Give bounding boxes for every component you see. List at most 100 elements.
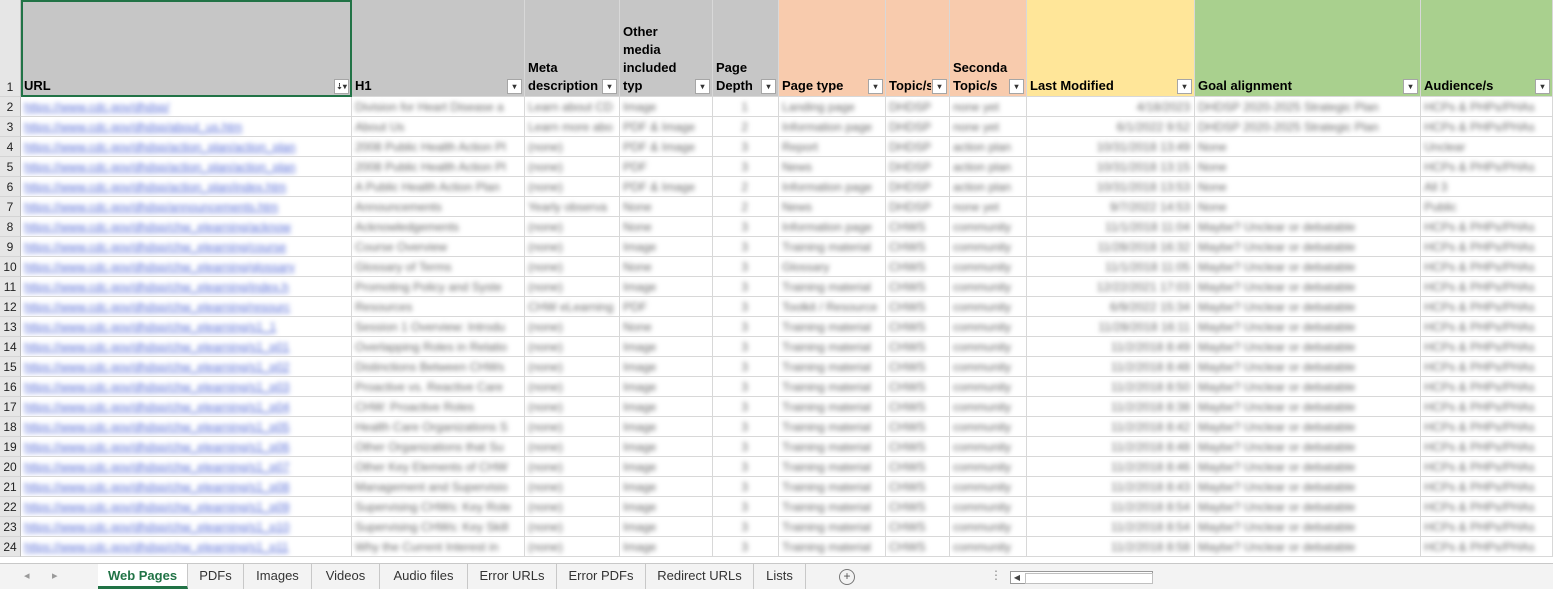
table-cell[interactable]: None <box>620 317 713 337</box>
url-link[interactable]: https://www.cdc.gov/dhdsp/announcements.… <box>24 200 278 214</box>
url-link[interactable]: https://www.cdc.gov/dhdsp/chw_elearning/… <box>24 420 290 434</box>
table-cell[interactable]: HCPs & PHPs/PHAs <box>1421 297 1553 317</box>
table-cell[interactable]: All 3 <box>1421 177 1553 197</box>
table-cell[interactable]: Division for Heart Disease a <box>352 97 525 117</box>
url-link[interactable]: https://www.cdc.gov/dhdsp/ <box>24 100 169 114</box>
row-number[interactable]: 24 <box>0 537 21 557</box>
table-cell[interactable]: 9/7/2022 14:53 <box>1027 197 1195 217</box>
table-cell[interactable]: Maybe? Unclear or debatable <box>1195 517 1421 537</box>
table-cell[interactable]: 3 <box>713 417 779 437</box>
table-cell[interactable]: https://www.cdc.gov/dhdsp/chw_elearning/… <box>21 417 352 437</box>
horizontal-scrollbar[interactable]: ◀ <box>1010 571 1153 584</box>
table-cell[interactable]: 11/1/2018 11:04 <box>1027 217 1195 237</box>
column-header-10[interactable]: Goal alignment ▾ <box>1195 0 1421 97</box>
table-cell[interactable]: None <box>1195 197 1421 217</box>
filter-dropdown-icon[interactable]: ▾ <box>1177 79 1192 94</box>
table-cell[interactable]: 3 <box>713 297 779 317</box>
table-cell[interactable]: community <box>950 497 1027 517</box>
table-cell[interactable]: Maybe? Unclear or debatable <box>1195 477 1421 497</box>
table-cell[interactable]: https://www.cdc.gov/dhdsp/chw_elearning/… <box>21 317 352 337</box>
table-cell[interactable]: (none) <box>525 377 620 397</box>
table-cell[interactable]: https://www.cdc.gov/dhdsp/chw_elearning/… <box>21 477 352 497</box>
table-cell[interactable]: Maybe? Unclear or debatable <box>1195 337 1421 357</box>
table-cell[interactable]: 3 <box>713 477 779 497</box>
table-cell[interactable]: 3 <box>713 377 779 397</box>
table-cell[interactable]: 11/1/2018 11:05 <box>1027 257 1195 277</box>
table-cell[interactable]: Report <box>779 137 886 157</box>
table-cell[interactable]: Overlapping Roles in Relatio <box>352 337 525 357</box>
table-cell[interactable]: (none) <box>525 437 620 457</box>
table-cell[interactable]: CHW eLearning <box>525 297 620 317</box>
table-cell[interactable]: 3 <box>713 457 779 477</box>
table-cell[interactable]: 1 <box>713 97 779 117</box>
table-cell[interactable]: None <box>620 257 713 277</box>
table-cell[interactable]: (none) <box>525 317 620 337</box>
filter-dropdown-icon[interactable]: ▾ <box>695 79 710 94</box>
table-cell[interactable]: (none) <box>525 237 620 257</box>
table-cell[interactable]: PDF <box>620 297 713 317</box>
column-header-6[interactable]: Page type ▾ <box>779 0 886 97</box>
table-cell[interactable]: community <box>950 337 1027 357</box>
table-cell[interactable]: None <box>1195 177 1421 197</box>
table-cell[interactable]: 3 <box>713 157 779 177</box>
table-cell[interactable]: 2 <box>713 117 779 137</box>
url-link[interactable]: https://www.cdc.gov/dhdsp/action_plan/ac… <box>24 140 296 154</box>
filter-dropdown-icon[interactable]: ▾ <box>1009 79 1024 94</box>
table-cell[interactable]: Maybe? Unclear or debatable <box>1195 277 1421 297</box>
table-cell[interactable]: https://www.cdc.gov/dhdsp/announcements.… <box>21 197 352 217</box>
table-cell[interactable]: https://www.cdc.gov/dhdsp/action_plan/ac… <box>21 157 352 177</box>
table-cell[interactable]: PDF & Image <box>620 177 713 197</box>
table-cell[interactable]: community <box>950 257 1027 277</box>
sheet-tab-web-pages[interactable]: Web Pages <box>98 564 188 589</box>
table-cell[interactable]: Maybe? Unclear or debatable <box>1195 297 1421 317</box>
column-header-11[interactable]: Audience/s ▾ <box>1421 0 1553 97</box>
table-cell[interactable]: Supervising CHWs: Key Role <box>352 497 525 517</box>
table-cell[interactable]: HCPs & PHPs/PHAs <box>1421 357 1553 377</box>
table-cell[interactable]: https://www.cdc.gov/dhdsp/chw_elearning/… <box>21 537 352 557</box>
table-cell[interactable]: Training material <box>779 397 886 417</box>
table-cell[interactable]: 11/2/2018 8:50 <box>1027 377 1195 397</box>
table-cell[interactable]: A Public Health Action Plan <box>352 177 525 197</box>
row-number[interactable]: 8 <box>0 217 21 237</box>
table-cell[interactable]: 11/2/2018 8:49 <box>1027 337 1195 357</box>
table-cell[interactable]: HCPs & PHPs/PHAs <box>1421 437 1553 457</box>
table-cell[interactable]: News <box>779 197 886 217</box>
table-cell[interactable]: (none) <box>525 497 620 517</box>
table-cell[interactable]: community <box>950 277 1027 297</box>
table-cell[interactable]: (none) <box>525 177 620 197</box>
sheet-tab-audio-files[interactable]: Audio files <box>380 564 468 589</box>
table-cell[interactable]: https://www.cdc.gov/dhdsp/chw_elearning/… <box>21 397 352 417</box>
table-cell[interactable]: Yearly observa <box>525 197 620 217</box>
table-cell[interactable]: Training material <box>779 477 886 497</box>
table-cell[interactable]: 3 <box>713 517 779 537</box>
row-number[interactable]: 11 <box>0 277 21 297</box>
table-cell[interactable]: Public <box>1421 197 1553 217</box>
table-cell[interactable]: (none) <box>525 277 620 297</box>
scrollbar-thumb[interactable] <box>1025 573 1153 584</box>
table-cell[interactable]: Distinctions Between CHWs <box>352 357 525 377</box>
table-cell[interactable]: community <box>950 317 1027 337</box>
table-cell[interactable]: community <box>950 377 1027 397</box>
table-cell[interactable]: CHWS <box>886 277 950 297</box>
url-link[interactable]: https://www.cdc.gov/dhdsp/action_plan/ac… <box>24 160 296 174</box>
table-cell[interactable]: HCPs & PHPs/PHAs <box>1421 217 1553 237</box>
table-cell[interactable]: Image <box>620 417 713 437</box>
table-cell[interactable]: HCPs & PHPs/PHAs <box>1421 477 1553 497</box>
table-cell[interactable]: Image <box>620 437 713 457</box>
table-cell[interactable]: Learn about CD <box>525 97 620 117</box>
table-cell[interactable]: CHWS <box>886 377 950 397</box>
table-cell[interactable]: DHDSP 2020-2025 Strategic Plan <box>1195 117 1421 137</box>
sheet-tab-images[interactable]: Images <box>244 564 312 589</box>
table-cell[interactable]: community <box>950 217 1027 237</box>
table-cell[interactable]: Image <box>620 397 713 417</box>
table-cell[interactable]: 3 <box>713 337 779 357</box>
table-cell[interactable]: DHDSP <box>886 137 950 157</box>
row-number[interactable]: 17 <box>0 397 21 417</box>
add-sheet-icon[interactable]: + <box>839 569 855 585</box>
table-cell[interactable]: Management and Supervisio <box>352 477 525 497</box>
table-cell[interactable]: News <box>779 157 886 177</box>
column-header-4[interactable]: Other media included typ ▾ <box>620 0 713 97</box>
table-cell[interactable]: none yet <box>950 117 1027 137</box>
table-cell[interactable]: 11/2/2018 8:46 <box>1027 457 1195 477</box>
table-cell[interactable]: HCPs & PHPs/PHAs <box>1421 257 1553 277</box>
